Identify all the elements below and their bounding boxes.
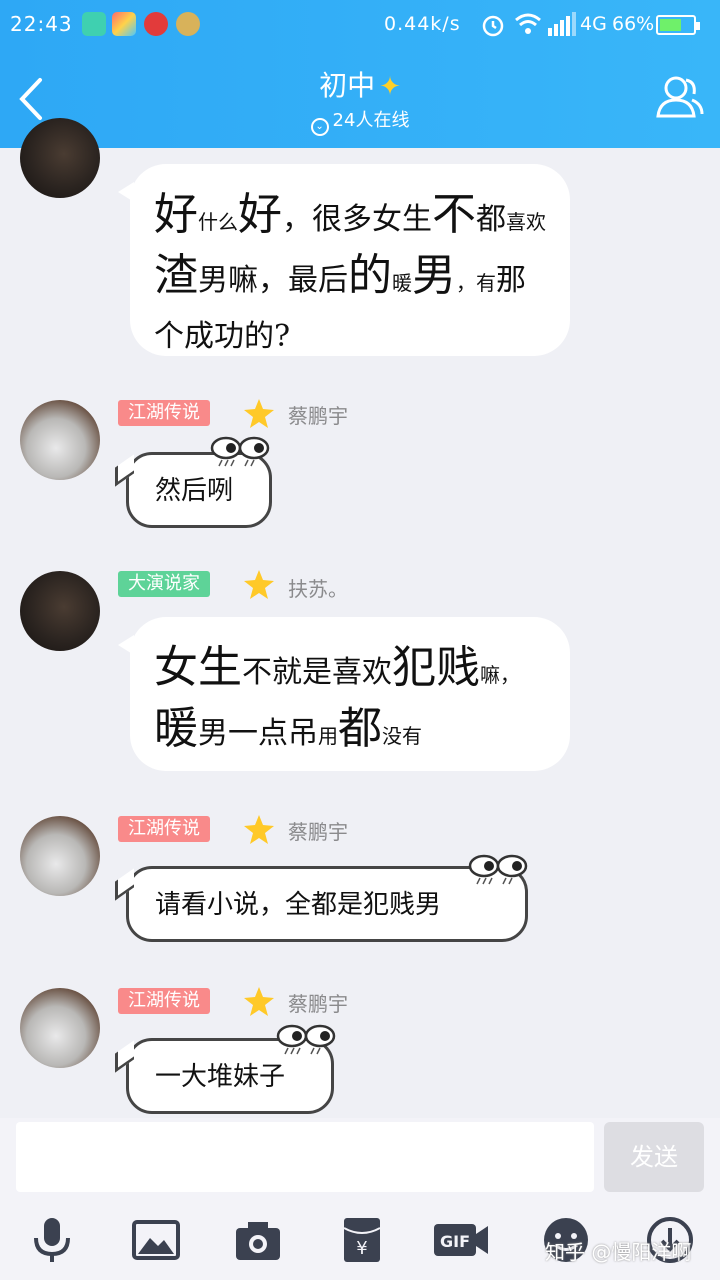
- status-bar: 22:43 0.44k/s 4G 66%: [0, 0, 720, 50]
- message-text-segment: 好: [238, 189, 282, 240]
- eyes-decoration-icon: [468, 854, 528, 885]
- star-icon: [244, 570, 274, 599]
- battery-nub: [696, 22, 700, 30]
- online-status: ⌄ 24人在线: [0, 106, 720, 136]
- message-text-segment: 不就是喜欢: [242, 655, 392, 690]
- avatar[interactable]: [20, 571, 100, 651]
- network-type: 4G: [580, 13, 607, 35]
- gif-icon[interactable]: GIF: [432, 1214, 490, 1266]
- sender-name[interactable]: 蔡鹏宇: [288, 988, 348, 1017]
- eyes-decoration-icon: [276, 1024, 336, 1055]
- battery-icon: [656, 15, 700, 35]
- network-speed: 0.44k/s: [384, 13, 461, 35]
- message-text-segment: 没有: [382, 724, 422, 748]
- send-button[interactable]: 发送: [604, 1122, 704, 1192]
- group-members-button[interactable]: [652, 70, 706, 124]
- battery-fill: [660, 19, 682, 31]
- svg-text:GIF: GIF: [440, 1232, 470, 1251]
- group-name: 初中: [319, 69, 376, 102]
- avatar[interactable]: [20, 400, 100, 480]
- top-bar: 22:43 0.44k/s 4G 66% 初中 ✦ ⌄ 24人在线: [0, 0, 720, 148]
- message-text-segment: 嘛，: [480, 663, 520, 687]
- message-bubble[interactable]: 女生不就是喜欢犯贱嘛， 暖男一点吊用都没有: [118, 617, 570, 771]
- photos-app-icon: [112, 12, 136, 36]
- message-text-segment: 暖: [154, 703, 198, 754]
- watermark-text: 知乎 @慢阳洋啊: [545, 1240, 692, 1264]
- sender-name[interactable]: 蔡鹏宇: [288, 400, 348, 429]
- wallet-app-icon: [176, 12, 200, 36]
- title-badge: 江湖传说: [118, 988, 210, 1014]
- message-text-segment: 女生: [154, 642, 242, 693]
- sparkle-icon: ✦: [379, 72, 401, 102]
- message-text-segment: 犯贱: [392, 642, 480, 693]
- message-text-segment: 渣: [154, 250, 198, 301]
- image-icon[interactable]: [130, 1214, 182, 1266]
- chat-title[interactable]: 初中 ✦: [0, 64, 720, 104]
- message-text-segment: 男一点吊: [198, 716, 318, 751]
- red-packet-icon[interactable]: ¥: [336, 1214, 388, 1266]
- message-text-segment: 不: [432, 189, 476, 240]
- microphone-icon[interactable]: [26, 1214, 78, 1266]
- status-time: 22:43: [10, 12, 73, 36]
- scan-app-icon: [82, 12, 106, 36]
- message-text-segment: ，很多女生: [282, 202, 432, 237]
- title-badge: 江湖传说: [118, 400, 210, 426]
- message-text-segment: 好: [154, 189, 198, 240]
- battery-percent: 66%: [612, 13, 655, 35]
- message-text-segment: 男: [412, 250, 456, 301]
- title-bar: 初中 ✦ ⌄ 24人在线: [0, 50, 720, 148]
- alarm-icon: [482, 15, 504, 37]
- sender-name[interactable]: 蔡鹏宇: [288, 816, 348, 845]
- message-text-segment: 用: [318, 724, 338, 748]
- avatar[interactable]: [20, 816, 100, 896]
- music-app-icon: [144, 12, 168, 36]
- signal-icon: [548, 12, 576, 36]
- message-text-segment: 什么: [198, 210, 238, 234]
- avatar[interactable]: [20, 988, 100, 1068]
- star-icon: [244, 815, 274, 844]
- message-text-segment: 暖: [392, 271, 412, 295]
- message-text: 女生不就是喜欢犯贱嘛， 暖男一点吊用都没有: [130, 617, 570, 787]
- star-icon: [244, 399, 274, 428]
- avatar[interactable]: [20, 118, 100, 198]
- message-input[interactable]: [16, 1122, 594, 1192]
- sender-name[interactable]: 扶苏。: [288, 573, 348, 602]
- message-text-segment: 的: [348, 250, 392, 301]
- online-count: 24人在线: [332, 110, 410, 131]
- wifi-icon: [515, 13, 541, 34]
- camera-icon[interactable]: [232, 1214, 284, 1266]
- message-text-segment: 男嘛，最后: [198, 263, 348, 298]
- star-icon: [244, 987, 274, 1016]
- message-text-segment: 喜欢: [506, 210, 546, 234]
- title-badge: 大演说家: [118, 571, 210, 597]
- svg-text:¥: ¥: [356, 1238, 367, 1259]
- eyes-decoration-icon: [210, 436, 270, 467]
- message-text-segment: 都: [476, 202, 506, 237]
- message-text-segment: 都: [338, 703, 382, 754]
- online-clock-icon: ⌄: [310, 118, 329, 136]
- message-text-segment: ，有: [456, 271, 496, 295]
- message-text: 好什么好，很多女生不都喜欢渣男嘛，最后的暖男，有那个成功的?: [130, 164, 570, 388]
- title-badge: 江湖传说: [118, 816, 210, 842]
- message-bubble[interactable]: 好什么好，很多女生不都喜欢渣男嘛，最后的暖男，有那个成功的?: [118, 164, 570, 356]
